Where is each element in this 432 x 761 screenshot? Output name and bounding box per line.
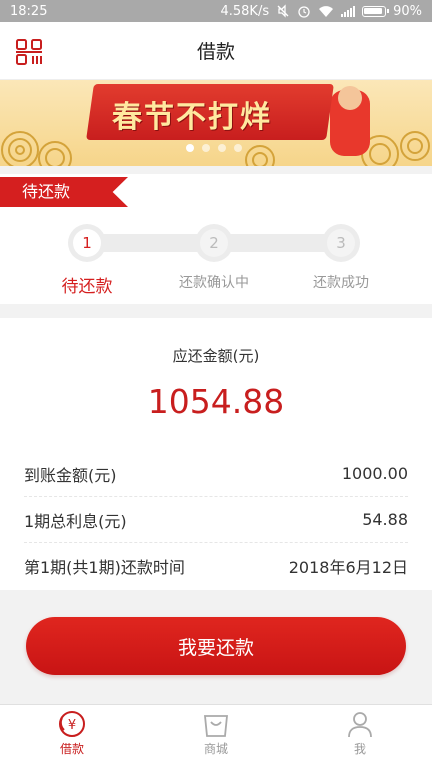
step-label-3: 还款成功	[313, 275, 369, 291]
row-value: 2018年6月12日	[288, 558, 408, 577]
step-1: 1	[68, 224, 106, 262]
tab-label: 借款	[59, 741, 84, 756]
detail-row: 到账金额(元) 1000.00	[24, 451, 408, 497]
amount-value: 1054.88	[147, 382, 285, 421]
status-indicators: 4.58K/s 90%	[220, 4, 422, 19]
shopping-bag-icon	[204, 714, 228, 737]
step-3: 3	[322, 224, 360, 262]
tab-loan[interactable]: ¥ 借款	[0, 705, 144, 761]
progress-steps: 1 2 3	[66, 224, 362, 262]
section-tag: 待还款	[0, 177, 128, 207]
step-label-1: 待还款	[61, 277, 113, 297]
app-header: 借款	[0, 22, 432, 80]
step-2: 2	[195, 224, 233, 262]
step-label-2: 还款确认中	[179, 275, 249, 291]
tab-me[interactable]: 我	[288, 705, 432, 761]
row-value: 1000.00	[341, 464, 408, 483]
wifi-icon	[319, 5, 334, 17]
banner-text: 春节不打烊	[112, 100, 272, 135]
network-speed: 4.58K/s	[220, 3, 270, 19]
person-icon	[348, 711, 372, 737]
bottom-tab-bar: ¥ 借款 商城 我	[0, 704, 432, 761]
banner-pagination	[186, 144, 242, 152]
row-label: 第1期(共1期)还款时间	[24, 558, 185, 577]
svg-text:¥: ¥	[68, 718, 76, 733]
repay-button[interactable]: 我要还款	[26, 617, 406, 675]
mute-icon	[277, 4, 289, 18]
battery-icon	[362, 5, 390, 17]
page-title: 借款	[196, 41, 235, 63]
banner-dot[interactable]	[186, 144, 194, 152]
row-label: 1期总利息(元)	[24, 511, 127, 531]
alarm-icon	[298, 6, 310, 18]
qr-code-icon[interactable]	[16, 39, 42, 65]
yen-circle-icon: ¥	[59, 710, 85, 737]
signal-icon	[341, 5, 356, 17]
row-value: 54.88	[362, 510, 408, 529]
tab-label: 商城	[203, 741, 228, 756]
amount-title: 应还金额(元)	[172, 347, 260, 365]
detail-row: 第1期(共1期)还款时间 2018年6月12日	[24, 543, 408, 589]
banner-dot[interactable]	[234, 144, 242, 152]
tab-label: 我	[353, 741, 366, 756]
tab-mall[interactable]: 商城	[144, 705, 288, 761]
row-label: 到账金额(元)	[24, 465, 117, 485]
battery-level: 90%	[393, 3, 422, 19]
detail-row: 1期总利息(元) 54.88	[24, 497, 408, 543]
status-time: 18:25	[10, 3, 48, 19]
promo-banner[interactable]: 春节不打烊	[0, 80, 432, 166]
status-bar: 18:25 4.58K/s 90%	[0, 0, 432, 22]
banner-dot[interactable]	[202, 144, 210, 152]
banner-dot[interactable]	[218, 144, 226, 152]
